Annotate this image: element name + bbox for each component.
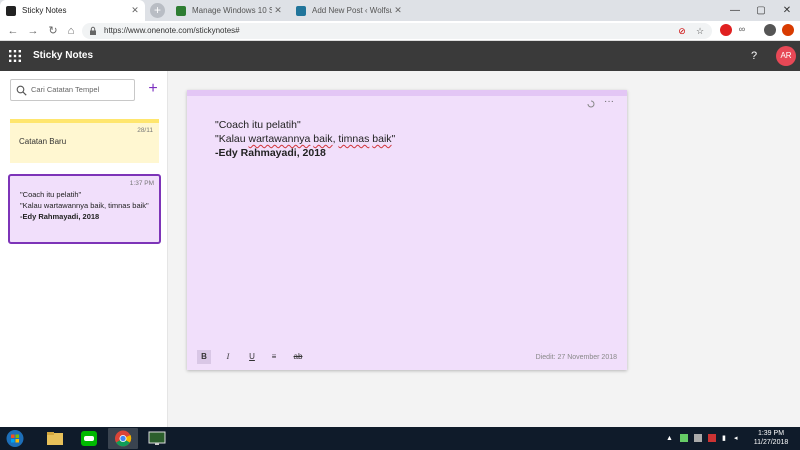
taskbar-clock[interactable]: 1:39 PM 11/27/2018 (746, 429, 796, 447)
spelling-error: baik (313, 133, 333, 145)
tracking-icon[interactable]: ⊘ (676, 25, 688, 37)
windows-taskbar: ▲ ▮ ◂ 1:39 PM 11/27/2018 (0, 427, 800, 450)
tab-add-new-post[interactable]: Add New Post ‹ Wolfsun — Wo... ✕ (290, 0, 408, 21)
note-card-selected[interactable]: 1:37 PM "Coach itu pelatih" "Kalau warta… (8, 174, 161, 244)
minimize-icon[interactable]: — (722, 0, 748, 21)
tray-app-icon[interactable] (694, 434, 702, 442)
spelling-error: baik (372, 133, 392, 145)
close-tab-icon[interactable]: ✕ (392, 5, 404, 16)
home-icon[interactable]: ⌂ (64, 23, 78, 39)
bold-button[interactable]: B (197, 350, 211, 364)
bookmark-star-icon[interactable]: ☆ (694, 25, 706, 37)
tray-app-icon[interactable] (680, 434, 688, 442)
tab-manage-windows[interactable]: Manage Windows 10 Sticky Notes ✕ (170, 0, 288, 21)
note-line: -Edy Rahmayadi, 2018 (215, 147, 326, 159)
clock-date: 11/27/2018 (753, 439, 789, 446)
strikethrough-button[interactable]: ab (291, 350, 305, 364)
lock-icon (90, 26, 96, 35)
browser-tabstrip: Sticky Notes ✕ + Manage Windows 10 Stick… (0, 0, 800, 21)
tab-title: Sticky Notes (22, 6, 67, 15)
opera-extension-icon[interactable] (720, 24, 732, 36)
volume-icon[interactable]: ◂ (734, 427, 738, 450)
search-placeholder: Cari Catatan Tempel (31, 85, 100, 94)
format-toolbar: B I U ≡ ab Diedit: 27 November 2018 (187, 346, 627, 370)
forward-icon[interactable]: → (26, 23, 40, 39)
address-bar[interactable]: https://www.onenote.com/stickynotes# ⊘ ☆ (82, 23, 712, 39)
file-explorer-icon[interactable] (40, 428, 70, 449)
note-date: 28/11 (137, 127, 153, 134)
close-tab-icon[interactable]: ✕ (129, 5, 141, 16)
url-text: https://www.onenote.com/stickynotes# (104, 26, 240, 35)
note-preview-line: "Coach itu pelatih" (20, 190, 82, 199)
more-options-icon[interactable]: ··· (604, 96, 614, 107)
maximize-icon[interactable]: ▢ (748, 0, 774, 21)
note-editor[interactable]: ··· "Coach itu pelatih" "Kalau wartawann… (187, 90, 627, 370)
app-header: Sticky Notes ? AR (0, 41, 800, 71)
note-line: "Coach itu pelatih" (215, 119, 301, 131)
underline-button[interactable]: U (245, 350, 259, 364)
browser-toolbar: ← → ↻ ⌂ https://www.onenote.com/stickyno… (0, 21, 800, 41)
back-icon[interactable]: ← (6, 23, 20, 39)
close-tab-icon[interactable]: ✕ (272, 5, 284, 16)
app-title: Sticky Notes (33, 50, 94, 61)
show-hidden-icons[interactable]: ▲ (666, 427, 673, 450)
tab-sticky-notes[interactable]: Sticky Notes ✕ (0, 0, 145, 21)
extension-icon[interactable]: ∞ (736, 23, 748, 35)
help-button[interactable]: ? (751, 41, 757, 71)
notes-sidebar: Cari Catatan Tempel + 28/11 Catatan Baru… (0, 71, 168, 427)
chrome-icon[interactable] (108, 428, 138, 449)
app-launcher-icon[interactable] (9, 50, 21, 62)
note-header-strip (187, 90, 627, 96)
update-extension-icon[interactable] (782, 24, 794, 36)
note-line: "Kalau wartawannya baik, timnas baik" (215, 133, 396, 145)
site-favicon-icon (176, 5, 186, 16)
italic-button[interactable]: I (221, 350, 235, 364)
network-icon[interactable]: ▮ (722, 427, 726, 450)
note-preview-line: "Kalau wartawannya baik, timnas baik" (20, 201, 149, 210)
note-text[interactable]: "Coach itu pelatih" "Kalau wartawannya b… (215, 118, 395, 160)
search-input[interactable]: Cari Catatan Tempel (10, 79, 135, 101)
sync-icon (587, 100, 595, 108)
start-button-icon[interactable] (4, 429, 26, 448)
tab-title: Add New Post ‹ Wolfsun — Wo... (312, 6, 392, 15)
new-tab-button[interactable]: + (150, 3, 165, 18)
monitor-app-icon[interactable] (142, 428, 172, 449)
profile-extension-icon[interactable] (764, 24, 776, 36)
note-date: 1:37 PM (129, 180, 154, 187)
wordpress-favicon-icon (296, 5, 306, 16)
spelling-error: wartawannya (248, 133, 311, 145)
note-preview: Catatan Baru (19, 137, 67, 146)
tray-app-icon[interactable] (708, 434, 716, 442)
clock-time: 1:39 PM (757, 430, 785, 437)
sticky-notes-favicon-icon (6, 5, 16, 16)
edited-timestamp: Diedit: 27 November 2018 (535, 354, 617, 361)
close-window-icon[interactable]: ✕ (774, 0, 800, 21)
note-card[interactable]: 28/11 Catatan Baru (10, 119, 159, 163)
add-note-button[interactable]: + (145, 79, 161, 99)
avatar[interactable]: AR (776, 46, 796, 66)
reload-icon[interactable]: ↻ (46, 23, 60, 39)
line-app-icon[interactable] (74, 428, 104, 449)
note-preview-line: -Edy Rahmayadi, 2018 (20, 212, 100, 221)
tab-title: Manage Windows 10 Sticky Notes (192, 6, 272, 15)
spelling-error: timnas (338, 133, 370, 145)
search-icon (16, 85, 27, 96)
bullet-list-button[interactable]: ≡ (267, 350, 281, 364)
